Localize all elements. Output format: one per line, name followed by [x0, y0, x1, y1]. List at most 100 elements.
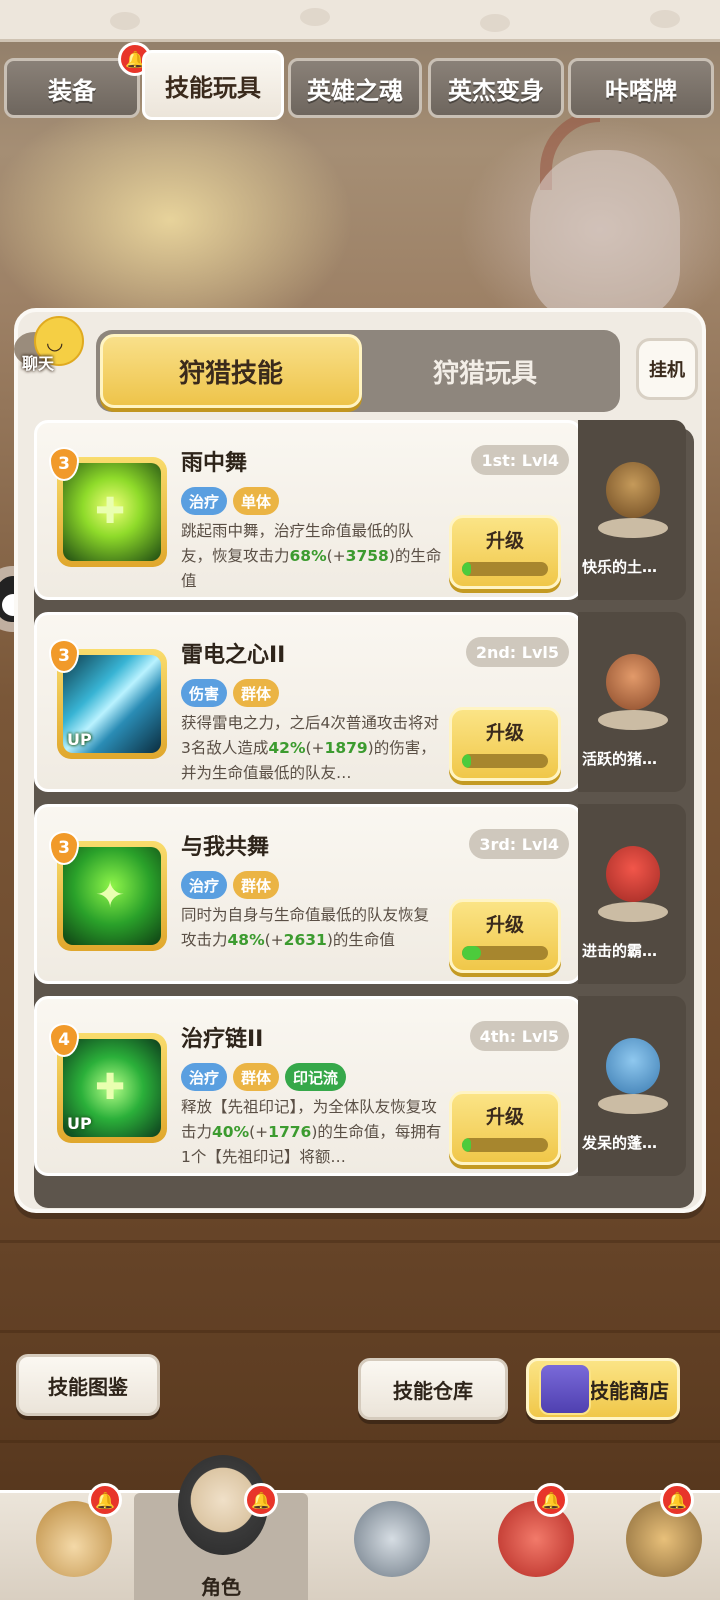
pet-pedestal — [598, 1094, 668, 1114]
nav-item-pet[interactable]: 🔔 — [462, 1483, 606, 1600]
pet-pedestal — [598, 518, 668, 538]
bell-icon: 🔔 — [244, 1483, 278, 1517]
skill-tag: 群体 — [233, 679, 280, 707]
tab-skill-toys[interactable]: 技能玩具 — [142, 50, 284, 120]
pet-pedestal — [598, 710, 668, 730]
tab-transform[interactable]: 英杰变身 — [428, 58, 564, 118]
upgrade-progress-fill — [462, 946, 481, 960]
skill-tags: 治疗 单体 — [181, 487, 280, 515]
tab-label: 英雄之魂 — [307, 76, 403, 105]
skill-card[interactable]: ✚ UP 4 治疗链II 4th: Lvl5 治疗 群体 印记流 释放【先祖印记】，… — [34, 996, 582, 1176]
skill-tag: 治疗 — [181, 1063, 228, 1091]
tab-label: 英杰变身 — [448, 76, 544, 105]
tab-cards[interactable]: 咔嗒牌 — [568, 58, 714, 118]
up-badge-icon: UP — [67, 730, 92, 749]
upgrade-button[interactable]: 升级 — [449, 899, 561, 973]
camp-totem-icon — [626, 1501, 702, 1577]
top-strip — [0, 0, 720, 42]
wood-line — [0, 1240, 720, 1243]
upgrade-button[interactable]: 升级 — [449, 515, 561, 589]
bell-icon: 🔔 — [88, 1483, 122, 1517]
skill-storage-button[interactable]: 技能仓库 — [358, 1358, 508, 1420]
subtab-hunt-skills[interactable]: 狩猎技能 — [100, 334, 362, 408]
top-tab-bar: 装备 🔔 技能玩具 英雄之魂 英杰变身 咔嗒牌 — [0, 42, 720, 122]
skill-level-tag: 4th: Lvl5 — [469, 1021, 569, 1051]
chat-button[interactable]: ◡ 聊天 — [8, 316, 86, 392]
upgrade-label: 升级 — [485, 914, 524, 936]
skill-pet-slot[interactable]: 发呆的蓬… — [578, 996, 686, 1176]
desc-percent: 48% — [227, 931, 265, 949]
storage-label: 技能仓库 — [393, 1378, 473, 1403]
skill-pet-slot[interactable]: 快乐的土… — [578, 420, 686, 600]
skill-description: 获得雷电之力，之后4次普通攻击将对3名敌人造成42%(+1879)的伤害，并为生… — [181, 711, 443, 787]
pet-pedestal — [598, 902, 668, 922]
plus-glyph-icon: ✚ — [95, 491, 126, 532]
desc-percent: 68% — [289, 547, 327, 565]
idle-label: 挂机 — [649, 360, 685, 381]
skill-tag: 群体 — [233, 871, 280, 899]
bottom-nav: 🔔 🔔 角色 🔔 🔔 — [0, 1455, 720, 1600]
desc-bonus-value: 1776 — [268, 1123, 312, 1141]
nav-item-camp[interactable]: 🔔 — [590, 1483, 720, 1600]
nav-item-weapon[interactable] — [318, 1493, 462, 1600]
pet-name: 发呆的蓬… — [582, 1134, 658, 1152]
strip-decor — [650, 10, 680, 28]
skill-level-tag: 3rd: Lvl4 — [469, 829, 569, 859]
upgrade-progress-bar — [462, 1138, 548, 1152]
skill-name: 雷电之心II — [181, 643, 286, 668]
upgrade-progress-fill — [462, 754, 471, 768]
skill-shop-button[interactable]: 技能商店 — [526, 1358, 680, 1420]
upgrade-button[interactable]: 升级 — [449, 1091, 561, 1165]
bell-icon: 🔔 — [660, 1483, 694, 1517]
skill-card[interactable]: ✦ 3 与我共舞 3rd: Lvl4 治疗 群体 同时为自身与生命值最低的队友恢复… — [34, 804, 582, 984]
skill-tags: 治疗 群体 印记流 — [181, 1063, 347, 1091]
shop-icon — [539, 1363, 591, 1415]
skill-tag: 印记流 — [285, 1063, 347, 1091]
nav-item-hunt[interactable]: 🔔 — [0, 1483, 144, 1600]
pet-name: 活跃的猪… — [582, 750, 658, 768]
skill-description: 跳起雨中舞，治疗生命值最低的队友，恢复攻击力68%(+3758)的生命值 — [181, 519, 443, 595]
desc-percent: 40% — [212, 1123, 250, 1141]
upgrade-progress-fill — [462, 1138, 471, 1152]
upgrade-label: 升级 — [485, 530, 524, 552]
skill-level-tag: 1st: Lvl4 — [471, 445, 569, 475]
upgrade-button[interactable]: 升级 — [449, 707, 561, 781]
skill-card[interactable]: UP 3 雷电之心II 2nd: Lvl5 伤害 群体 获得雷电之力，之后4次普通… — [34, 612, 582, 792]
boar-pet-icon — [590, 634, 674, 734]
tab-label: 装备 — [48, 76, 96, 105]
skill-pet-slot[interactable]: 活跃的猪… — [578, 612, 686, 792]
upgrade-progress-bar — [462, 754, 548, 768]
desc-percent: 42% — [268, 739, 306, 757]
skill-codex-button[interactable]: 技能图鉴 — [16, 1354, 160, 1416]
desc-bonus: (+1879) — [305, 739, 374, 757]
skill-tag: 治疗 — [181, 871, 228, 899]
subtab-hunt-toys[interactable]: 狩猎玩具 — [354, 334, 616, 408]
upgrade-label: 升级 — [485, 722, 524, 744]
skill-art-icon: ✚ UP — [63, 1039, 161, 1137]
skill-art-icon: ✚ — [63, 463, 161, 561]
skill-tag: 伤害 — [181, 679, 228, 707]
skill-tags: 治疗 群体 — [181, 871, 280, 899]
shop-label: 技能商店 — [589, 1378, 669, 1403]
skill-pet-slot[interactable]: 进击的霸… — [578, 804, 686, 984]
tab-hero-soul[interactable]: 英雄之魂 — [288, 58, 422, 118]
plus-glyph-icon: ✚ — [95, 1067, 126, 1108]
codex-label: 技能图鉴 — [48, 1374, 128, 1399]
tab-label: 咔嗒牌 — [605, 76, 677, 105]
desc-bonus: (+3758) — [326, 547, 395, 565]
strip-decor — [300, 8, 330, 26]
desc-bonus: (+1776) — [249, 1123, 318, 1141]
nav-item-character[interactable]: 🔔 角色 — [134, 1455, 308, 1600]
desc-bonus-value: 1879 — [324, 739, 368, 757]
chat-label: 聊天 — [22, 354, 55, 373]
up-badge-icon: UP — [67, 1114, 92, 1133]
pet-figure — [606, 462, 660, 518]
idle-button[interactable]: 挂机 — [636, 338, 698, 400]
skill-level-tag: 2nd: Lvl5 — [465, 637, 569, 667]
desc-bonus-value: 2631 — [283, 931, 327, 949]
strip-decor — [110, 12, 140, 30]
ram-pet-icon — [590, 1018, 674, 1118]
skill-card[interactable]: ✚ 3 雨中舞 1st: Lvl4 治疗 单体 跳起雨中舞，治疗生命值最低的队友，… — [34, 420, 582, 600]
skill-name: 雨中舞 — [181, 451, 248, 476]
subtab-label: 狩猎技能 — [178, 358, 283, 389]
